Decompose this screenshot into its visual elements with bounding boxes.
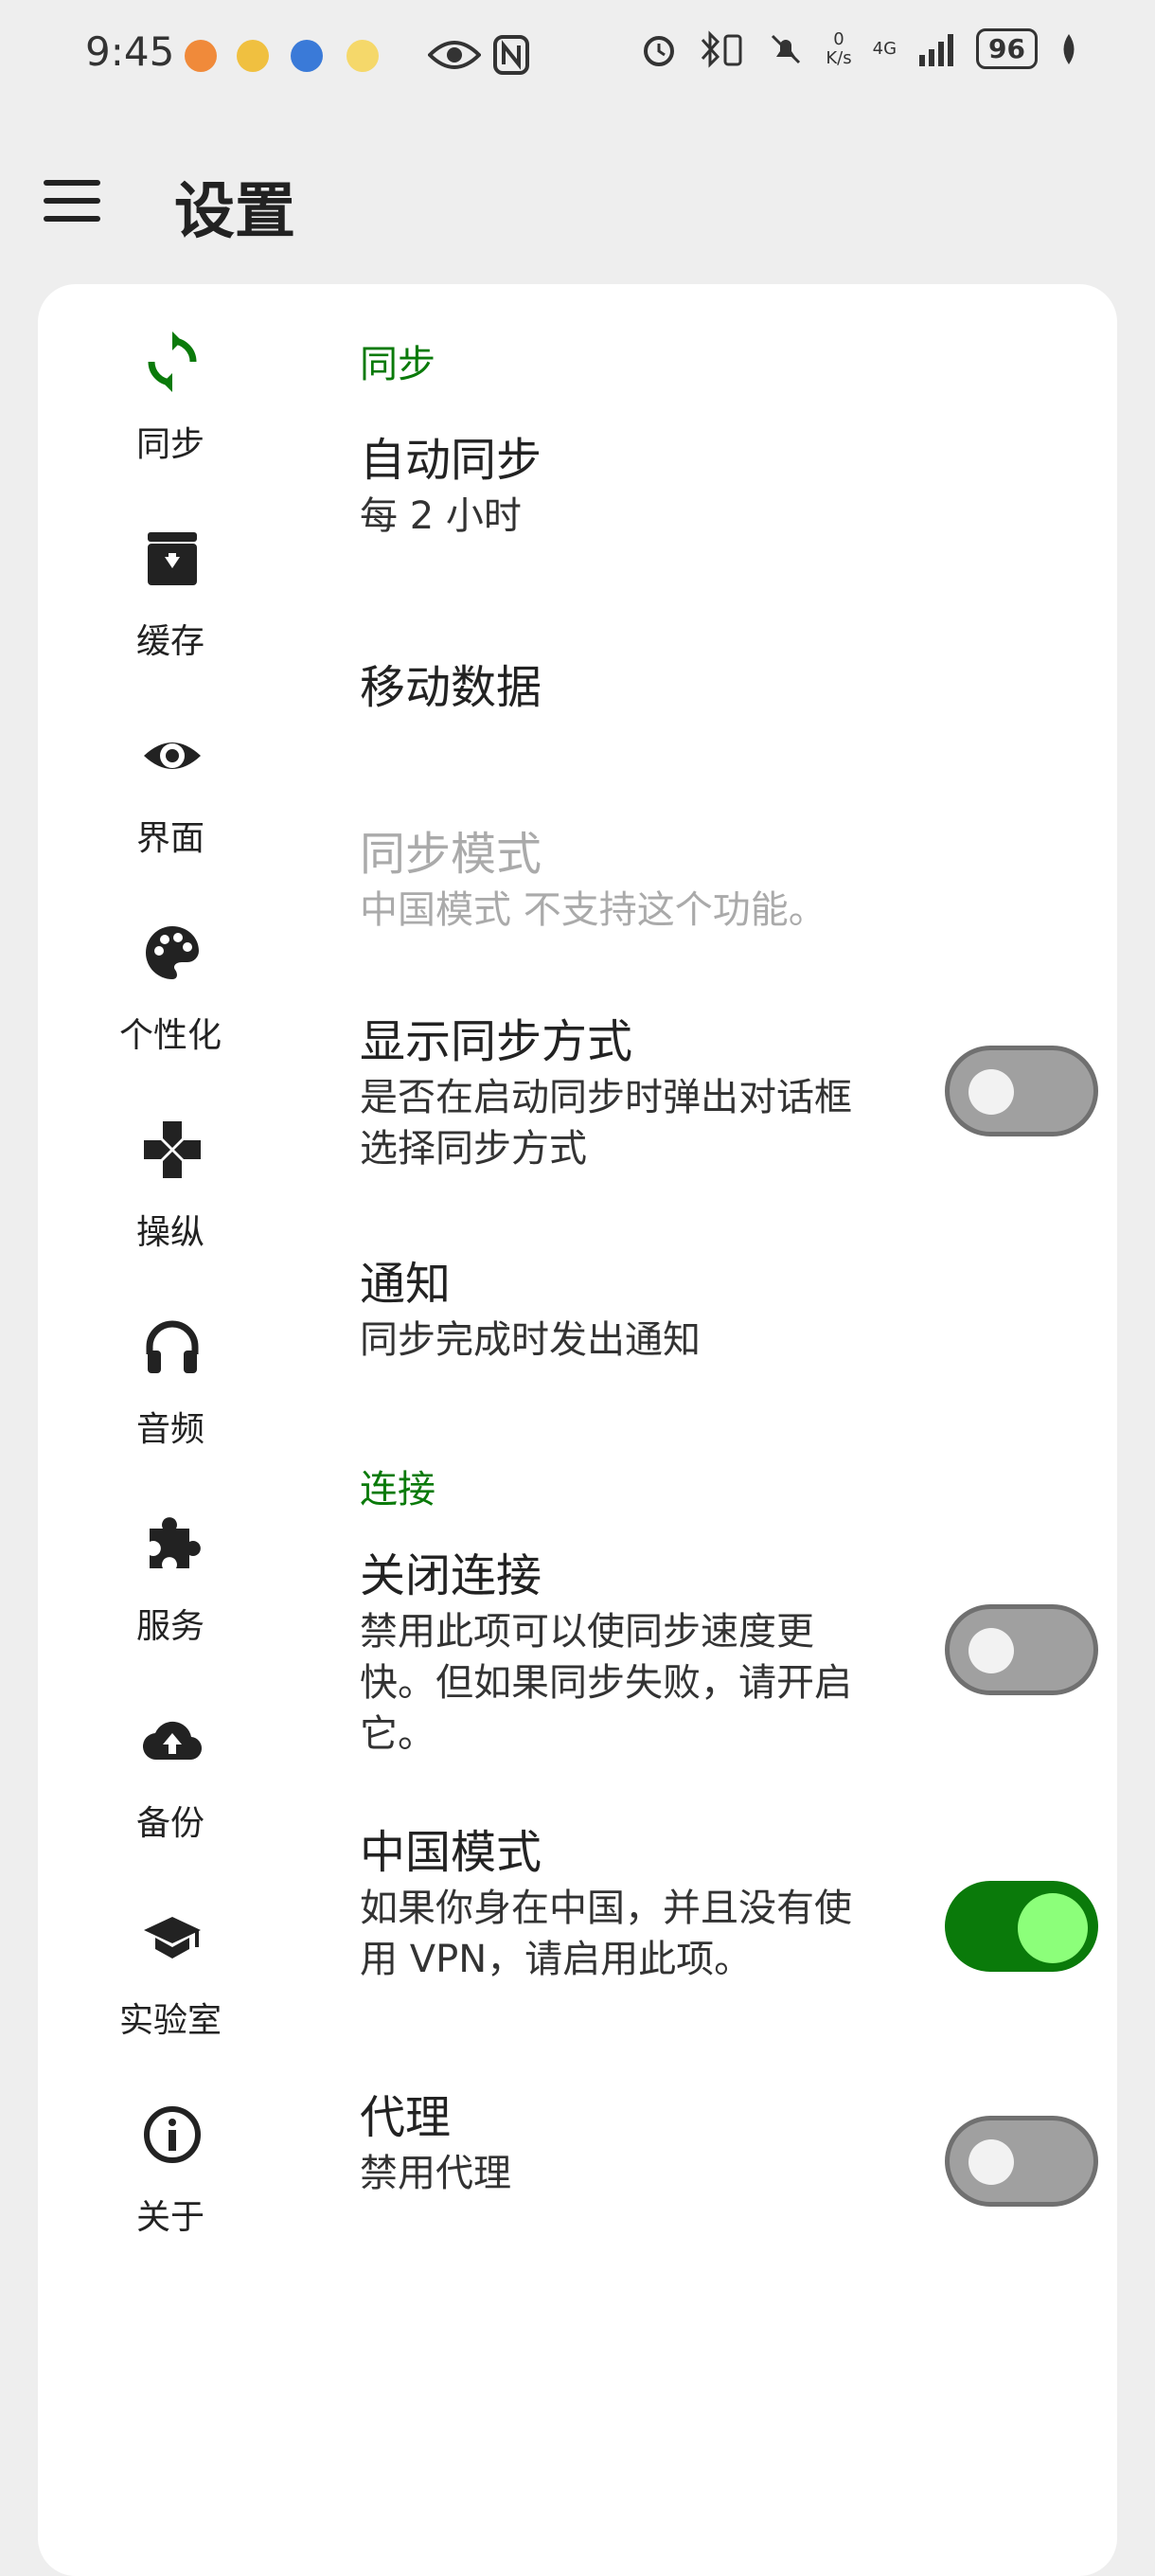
china-mode-switch[interactable] <box>945 1881 1098 1972</box>
eye-icon <box>144 742 201 769</box>
section-header-connection: 连接 <box>360 1468 435 1512</box>
pref-summary: 如果你身在中国，并且没有使用 VPN，请启用此项。 <box>360 1887 852 1981</box>
nav-label: 操纵 <box>135 1213 204 1252</box>
nav-item-audio[interactable]: 音频 <box>38 1288 303 1477</box>
switch-knob <box>968 1628 1014 1673</box>
palette-icon <box>146 926 199 979</box>
sync-icon <box>148 331 197 392</box>
headphones-icon <box>146 1320 199 1373</box>
cloud-upload-icon <box>142 1721 203 1761</box>
pref-summary: 禁用代理 <box>360 2152 511 2195</box>
school-icon <box>144 1917 201 1959</box>
pref-summary: 每 2 小时 <box>360 494 522 538</box>
notification-app-icon-1 <box>185 40 217 72</box>
mute-icon <box>772 34 801 63</box>
nav-label: 缓存 <box>135 622 204 661</box>
nav-item-sync[interactable]: 同步 <box>38 303 303 492</box>
alarm-icon <box>644 35 675 66</box>
net-speed: 0 K/s <box>826 28 852 68</box>
nav-label: 音频 <box>135 1410 204 1449</box>
nav-item-interface[interactable]: 界面 <box>38 697 303 886</box>
nav-label: 关于 <box>135 2198 204 2237</box>
pref-sync-mode: 同步模式 中国模式 不支持这个功能。 <box>360 824 1098 936</box>
nav-item-controls[interactable]: 操纵 <box>38 1091 303 1280</box>
pref-title: 移动数据 <box>360 661 542 714</box>
nav-item-lab[interactable]: 实验室 <box>38 1879 303 2068</box>
pref-auto-sync[interactable]: 自动同步 每 2 小时 <box>360 430 1098 542</box>
nav-label: 同步 <box>135 425 204 464</box>
pref-title: 中国模式 <box>360 1826 542 1879</box>
puzzle-icon <box>150 1517 201 1568</box>
info-icon <box>144 2106 201 2163</box>
pref-summary: 同步完成时发出通知 <box>360 1318 701 1362</box>
nav-item-backup[interactable]: 备份 <box>38 1682 303 1871</box>
close-connection-switch[interactable] <box>945 1604 1098 1695</box>
pref-china-mode[interactable]: 中国模式 如果你身在中国，并且没有使用 VPN，请启用此项。 <box>360 1822 1098 1985</box>
nfc-icon <box>493 35 529 75</box>
eye-status-icon <box>428 41 481 69</box>
bluetooth-battery-icon <box>702 29 742 68</box>
notification-app-icon-2 <box>237 40 269 72</box>
pref-summary: 禁用此项可以使同步速度更快。但如果同步失败，请开启它。 <box>360 1610 852 1756</box>
nav-label: 服务 <box>135 1607 204 1646</box>
signal-icon <box>919 33 954 66</box>
pref-title: 同步模式 <box>360 828 542 881</box>
status-bar: 9:45 0 K/s 4G 96 <box>0 0 1155 114</box>
pref-summary: 是否在启动同步时弹出对话框选择同步方式 <box>360 1076 852 1171</box>
pref-title: 关闭连接 <box>360 1549 542 1602</box>
pref-title: 自动同步 <box>360 434 542 487</box>
pref-mobile-data[interactable]: 移动数据 <box>360 657 1098 718</box>
pref-show-sync-method[interactable]: 显示同步方式 是否在启动同步时弹出对话框选择同步方式 <box>360 1011 1098 1174</box>
pref-summary: 中国模式 不支持这个功能。 <box>360 888 826 932</box>
nav-label: 个性化 <box>118 1016 222 1055</box>
pref-proxy[interactable]: 代理 禁用代理 <box>360 2087 1098 2207</box>
show-sync-method-switch[interactable] <box>945 1046 1098 1136</box>
switch-knob <box>968 2139 1014 2185</box>
network-type: 4G <box>872 38 897 59</box>
pref-title: 通知 <box>360 1258 452 1311</box>
nav-label: 实验室 <box>118 2001 222 2040</box>
menu-icon[interactable] <box>44 180 100 222</box>
nav-label: 备份 <box>135 1804 204 1843</box>
status-right-group: 0 K/s 4G 96 <box>640 28 1079 69</box>
nav-item-personalization[interactable]: 个性化 <box>38 894 303 1083</box>
app-bar: 设置 <box>0 142 1155 256</box>
status-time: 9:45 <box>85 28 175 75</box>
proxy-switch[interactable] <box>945 2116 1098 2207</box>
gamepad-icon <box>144 1121 201 1178</box>
pref-close-connection[interactable]: 关闭连接 禁用此项可以使同步速度更快。但如果同步失败，请开启它。 <box>360 1546 1098 1760</box>
switch-knob <box>968 1069 1014 1115</box>
nav-label: 界面 <box>135 819 204 858</box>
nav-item-cache[interactable]: 缓存 <box>38 500 303 689</box>
switch-knob <box>1018 1893 1088 1963</box>
nav-item-services[interactable]: 服务 <box>38 1485 303 1674</box>
archive-icon <box>148 532 197 585</box>
section-header-sync: 同步 <box>360 343 435 386</box>
nav-item-about[interactable]: 关于 <box>38 2076 303 2265</box>
leaf-icon <box>1063 33 1075 64</box>
battery-indicator: 96 <box>976 28 1038 69</box>
notification-app-icon-3 <box>291 40 323 72</box>
pref-notification[interactable]: 通知 同步完成时发出通知 <box>360 1254 1098 1366</box>
notification-app-icon-4 <box>346 40 379 72</box>
page-title: 设置 <box>174 177 295 247</box>
